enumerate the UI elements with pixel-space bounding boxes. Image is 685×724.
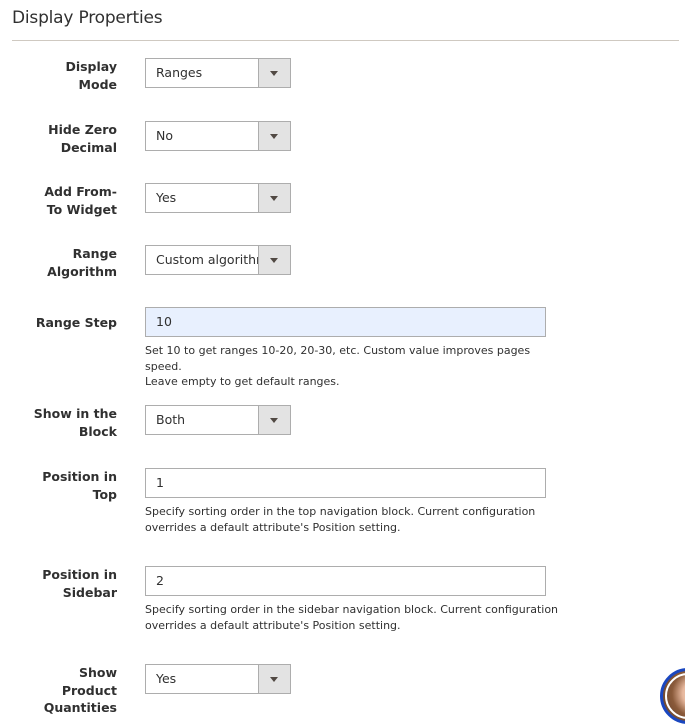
label-line: Display [65, 59, 117, 74]
select-value: No [156, 128, 173, 143]
display-mode-select[interactable]: Ranges [145, 58, 291, 88]
select-value: Custom algorithm [156, 252, 260, 267]
position-in-sidebar-note: Specify sorting order in the sidebar nav… [145, 602, 565, 633]
dropdown-button[interactable] [258, 665, 290, 693]
dropdown-button[interactable] [258, 246, 290, 274]
add-from-to-widget-label: Add From- To Widget [7, 183, 117, 218]
position-in-sidebar-input[interactable]: 2 [145, 566, 546, 596]
dropdown-button[interactable] [258, 406, 290, 434]
label-line: Position in [42, 469, 117, 484]
chevron-down-icon [270, 258, 278, 263]
range-algorithm-label: Range Algorithm [7, 245, 117, 280]
section-title: Display Properties [12, 8, 163, 28]
label-line: Quantities [43, 700, 117, 715]
chevron-down-icon [270, 196, 278, 201]
range-step-label: Range Step [35, 315, 117, 330]
label-line: Decimal [60, 139, 117, 155]
position-in-top-note: Specify sorting order in the top navigat… [145, 504, 565, 535]
label-line: Sidebar [62, 584, 117, 600]
label-line: Algorithm [47, 263, 117, 279]
label-line: Show in the [33, 406, 117, 421]
range-algorithm-select[interactable]: Custom algorithm [145, 245, 291, 275]
select-value: Ranges [156, 65, 203, 80]
select-value: Yes [156, 190, 177, 205]
hide-zero-decimal-select[interactable]: No [145, 121, 291, 151]
show-product-quantities-select[interactable]: Yes [145, 664, 291, 694]
note-line: Specify sorting order in the top navigat… [145, 505, 536, 518]
note-line: Set 10 to get ranges 10-20, 20-30, etc. … [145, 344, 531, 373]
position-in-top-input[interactable]: 1 [145, 468, 546, 498]
note-line: overrides a default attribute's Position… [145, 520, 401, 534]
label-line: Position in [42, 567, 117, 582]
select-value: Both [156, 412, 186, 427]
position-in-top-label: Position in Top [7, 468, 117, 503]
chevron-down-icon [270, 134, 278, 139]
hide-zero-decimal-label: Hide Zero Decimal [7, 121, 117, 156]
show-product-quantities-label: Show Product Quantities [7, 664, 117, 717]
show-in-block-select[interactable]: Both [145, 405, 291, 435]
label-line: Top [92, 486, 117, 502]
note-line: Leave empty to get default ranges. [145, 375, 340, 388]
dropdown-button[interactable] [258, 59, 290, 87]
display-mode-label: Display Mode [7, 58, 117, 93]
dropdown-button[interactable] [258, 184, 290, 212]
avatar-ring [665, 673, 685, 719]
label-line: Block [78, 423, 117, 439]
add-from-to-widget-select[interactable]: Yes [145, 183, 291, 213]
chevron-down-icon [270, 71, 278, 76]
label-line: Hide Zero [48, 122, 117, 137]
chat-avatar[interactable] [660, 668, 685, 724]
dropdown-button[interactable] [258, 122, 290, 150]
chevron-down-icon [270, 677, 278, 682]
chevron-down-icon [270, 418, 278, 423]
note-line: Specify sorting order in the sidebar nav… [145, 603, 559, 616]
label-line: Show [78, 665, 117, 680]
label-line: Mode [78, 76, 117, 92]
section-divider [12, 40, 679, 41]
range-step-input[interactable]: 10 [145, 307, 546, 337]
range-step-note: Set 10 to get ranges 10-20, 20-30, etc. … [145, 343, 565, 390]
label-line: Product [61, 682, 117, 698]
show-in-block-label: Show in the Block [7, 405, 117, 440]
note-line: overrides a default attribute's Position… [145, 618, 401, 632]
label-line: Range [72, 246, 117, 261]
label-line: Add From- [44, 184, 117, 199]
label-line: To Widget [46, 201, 117, 217]
select-value: Yes [156, 671, 177, 686]
position-in-sidebar-label: Position in Sidebar [7, 566, 117, 601]
